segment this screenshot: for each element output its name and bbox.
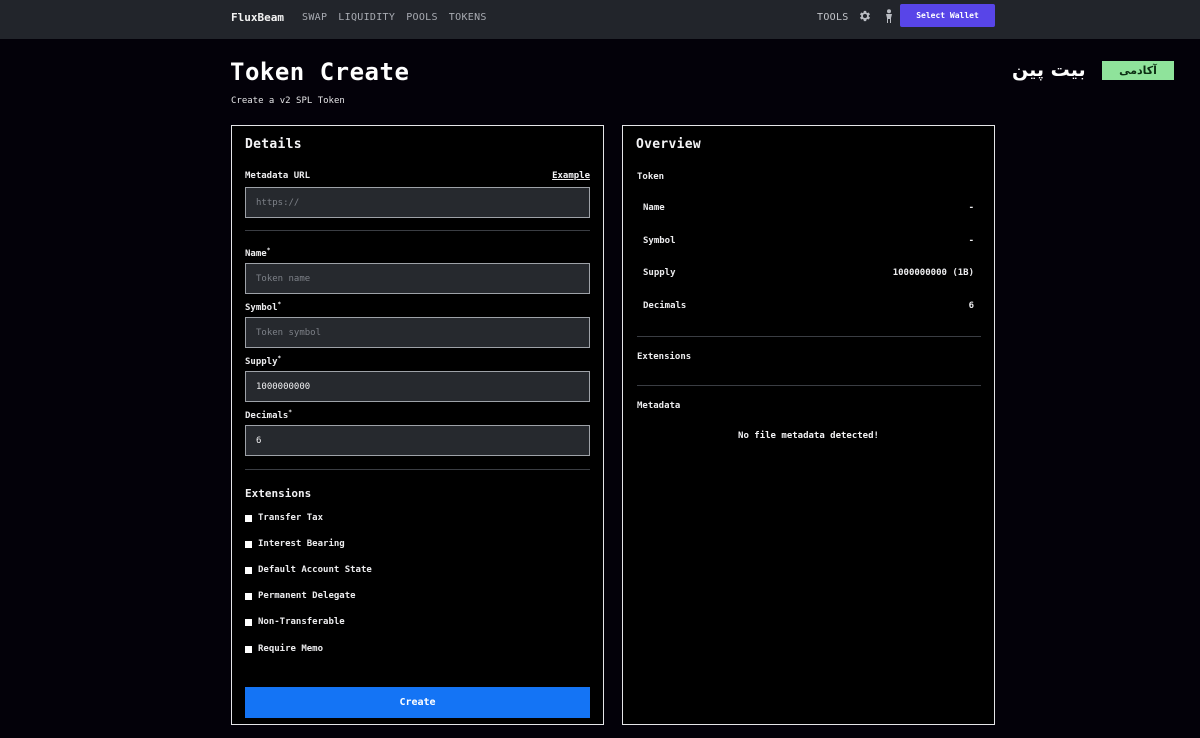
nav-link-tokens[interactable]: TOKENS — [449, 12, 487, 23]
page-subtitle: Create a v2 SPL Token — [231, 96, 345, 106]
nav-link-swap[interactable]: SWAP — [302, 12, 327, 23]
token-section-label: Token — [637, 172, 665, 182]
checkbox[interactable] — [245, 540, 252, 548]
overview-title: Overview — [636, 137, 702, 152]
decimals-label: Decimals* — [245, 409, 292, 421]
extension-label: Permanent Delegate — [258, 591, 356, 601]
person-icon[interactable] — [883, 9, 895, 23]
extension-label: Transfer Tax — [258, 513, 324, 523]
name-label: Name* — [245, 247, 271, 259]
divider — [245, 469, 590, 470]
details-title: Details — [245, 137, 302, 152]
checkbox[interactable] — [245, 645, 252, 653]
overview-supply-label: Supply — [643, 268, 676, 278]
watermark-logo: بیت پین آکادمی — [1012, 59, 1174, 83]
metadata-section-label: Metadata — [637, 401, 681, 411]
watermark-script: بیت پین — [1012, 59, 1086, 81]
extension-label: Interest Bearing — [258, 539, 345, 549]
extension-require-memo[interactable]: Require Memo — [245, 644, 323, 654]
watermark-badge: آکادمی — [1102, 61, 1174, 80]
extension-non-transferable[interactable]: Non-Transferable — [245, 617, 345, 627]
gear-icon[interactable] — [858, 9, 872, 23]
extension-interest-bearing[interactable]: Interest Bearing — [245, 539, 345, 549]
checkbox[interactable] — [245, 618, 252, 626]
overview-name-label: Name — [643, 203, 665, 213]
extension-label: Non-Transferable — [258, 617, 345, 627]
example-link[interactable]: Example — [552, 171, 590, 181]
extensions-section-label: Extensions — [637, 352, 692, 362]
top-nav-bar: FluxBeam SWAP LIQUIDITY POOLS TOKENS TOO… — [0, 0, 1200, 39]
supply-input[interactable] — [245, 371, 590, 402]
select-wallet-button[interactable]: Select Wallet — [900, 4, 995, 27]
checkbox[interactable] — [245, 514, 252, 522]
token-symbol-input[interactable] — [245, 317, 590, 348]
overview-decimals-value: 6 — [968, 301, 974, 311]
extension-transfer-tax[interactable]: Transfer Tax — [245, 513, 323, 523]
token-name-input[interactable] — [245, 263, 590, 294]
metadata-url-input[interactable] — [245, 187, 590, 218]
checkbox[interactable] — [245, 566, 252, 574]
metadata-url-label: Metadata URL — [245, 171, 311, 181]
nav-link-liquidity[interactable]: LIQUIDITY — [338, 12, 395, 23]
overview-name-value: - — [968, 203, 974, 213]
nav-links: SWAP LIQUIDITY POOLS TOKENS — [302, 12, 487, 23]
overview-symbol-value: - — [968, 236, 974, 246]
overview-symbol-label: Symbol — [643, 236, 676, 246]
create-button[interactable]: Create — [245, 687, 590, 718]
divider — [245, 230, 590, 231]
extension-label: Require Memo — [258, 644, 324, 654]
divider — [637, 336, 981, 337]
extension-default-account-state[interactable]: Default Account State — [245, 565, 372, 575]
divider — [637, 385, 981, 386]
details-panel: Details Metadata URL Example Name* Symbo… — [231, 125, 604, 725]
decimals-input[interactable] — [245, 425, 590, 456]
extensions-title: Extensions — [245, 487, 312, 500]
supply-label: Supply* — [245, 355, 282, 367]
extension-permanent-delegate[interactable]: Permanent Delegate — [245, 591, 356, 601]
nav-link-pools[interactable]: POOLS — [406, 12, 438, 23]
overview-panel: Overview Token Name - Symbol - Supply 10… — [622, 125, 995, 725]
symbol-label: Symbol* — [245, 301, 282, 313]
checkbox[interactable] — [245, 592, 252, 600]
overview-decimals-label: Decimals — [643, 301, 687, 311]
extension-label: Default Account State — [258, 565, 372, 575]
no-metadata-message: No file metadata detected! — [738, 431, 879, 441]
page-title: Token Create — [230, 58, 410, 86]
overview-supply-value: 1000000000 (1B) — [892, 268, 974, 278]
brand-logo[interactable]: FluxBeam — [231, 11, 284, 24]
nav-link-tools[interactable]: TOOLS — [817, 12, 849, 23]
